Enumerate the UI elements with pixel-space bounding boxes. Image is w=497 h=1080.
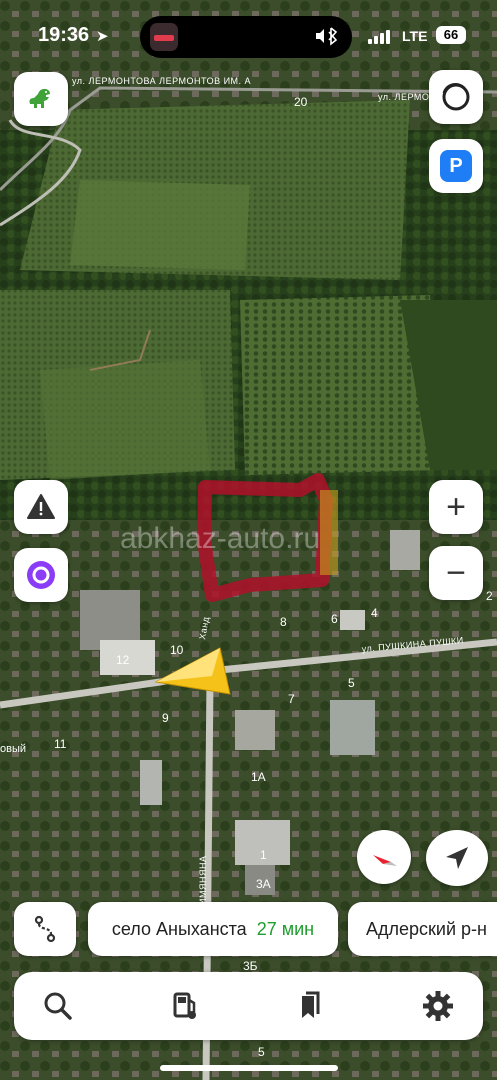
tab-settings[interactable] <box>416 984 460 1028</box>
alice-assistant-button[interactable] <box>14 548 68 602</box>
street-label-left: овый <box>0 743 26 755</box>
house-number: 9 <box>162 711 169 725</box>
house-number: 5 <box>258 1045 265 1059</box>
house-number: 10 <box>170 643 184 657</box>
location-arrow-icon: ➤ <box>96 28 109 45</box>
house-number: 8 <box>280 615 287 629</box>
zoom-in-button[interactable]: + <box>429 480 483 534</box>
battery-indicator: 66 <box>436 26 466 44</box>
plus-icon: + <box>446 488 466 526</box>
my-location-button[interactable] <box>426 830 488 886</box>
house-number: 2 <box>486 589 493 603</box>
search-icon <box>44 992 72 1020</box>
destination-suggestion[interactable]: Адлерский р-н <box>348 902 497 956</box>
destination-name: село Аныханста <box>111 918 247 939</box>
gas-station-icon <box>173 992 196 1019</box>
parking-icon: P <box>440 150 472 182</box>
compass-icon <box>373 855 397 866</box>
route-button[interactable] <box>14 902 76 956</box>
ring-icon <box>442 83 470 111</box>
house-number: 3А <box>256 877 271 891</box>
compass-button[interactable] <box>357 830 411 884</box>
street-label-lermontova: ул. ЛЕРМОНТОВА ЛЕРМОНТОВ ИМ. А <box>72 76 251 86</box>
parking-button[interactable]: P <box>429 139 483 193</box>
signal-strength-icon <box>368 28 396 44</box>
route-icon <box>34 915 56 943</box>
tab-bookmarks[interactable] <box>289 984 333 1028</box>
zoom-out-button[interactable]: − <box>429 546 483 600</box>
dino-game-button[interactable] <box>14 72 68 126</box>
tab-gas-station[interactable] <box>162 984 206 1028</box>
house-number: 11 <box>54 737 67 751</box>
road-event-button[interactable] <box>14 480 68 534</box>
house-number: 12 <box>116 653 130 667</box>
house-number: 6 <box>331 612 338 626</box>
destination-name: Адлерский р-н <box>366 919 487 939</box>
navigation-arrow-icon <box>446 847 468 869</box>
house-number: 7 <box>288 692 295 706</box>
bookmarks-icon <box>302 991 320 1018</box>
dinosaur-icon <box>29 88 50 108</box>
street-label-lermontova-right: ул. ЛЕРМОН <box>378 92 436 102</box>
dynamic-island[interactable] <box>140 16 352 58</box>
destination-suggestion[interactable]: село Аныханста 27 мин <box>88 902 338 956</box>
network-type: LTE <box>402 28 428 44</box>
house-number: 20 <box>294 95 308 109</box>
tab-search[interactable] <box>36 984 80 1028</box>
minus-icon: − <box>446 554 466 592</box>
house-number: 5 <box>348 676 355 690</box>
house-number: 4 <box>371 606 378 620</box>
house-number: 1 <box>260 848 267 862</box>
bottom-tab-bar <box>14 972 483 1040</box>
home-indicator[interactable] <box>160 1065 338 1071</box>
overlay-layer-button[interactable] <box>429 70 483 124</box>
house-number: 3Б <box>243 959 258 973</box>
now-playing-app-icon <box>150 23 178 51</box>
warning-icon <box>27 494 55 519</box>
bluetooth-icon <box>314 26 340 50</box>
street-label-vertical: ИМЯНЯНА <box>198 856 208 905</box>
alice-icon <box>27 561 55 589</box>
gear-icon <box>423 991 453 1021</box>
watermark: abkhaz-auto.ru <box>120 522 320 555</box>
destination-eta: 27 мин <box>256 918 315 939</box>
status-bar: 19:36 ➤ LTE 66 <box>0 0 497 70</box>
clock: 19:36 <box>38 24 90 46</box>
house-number: 1А <box>251 770 266 784</box>
